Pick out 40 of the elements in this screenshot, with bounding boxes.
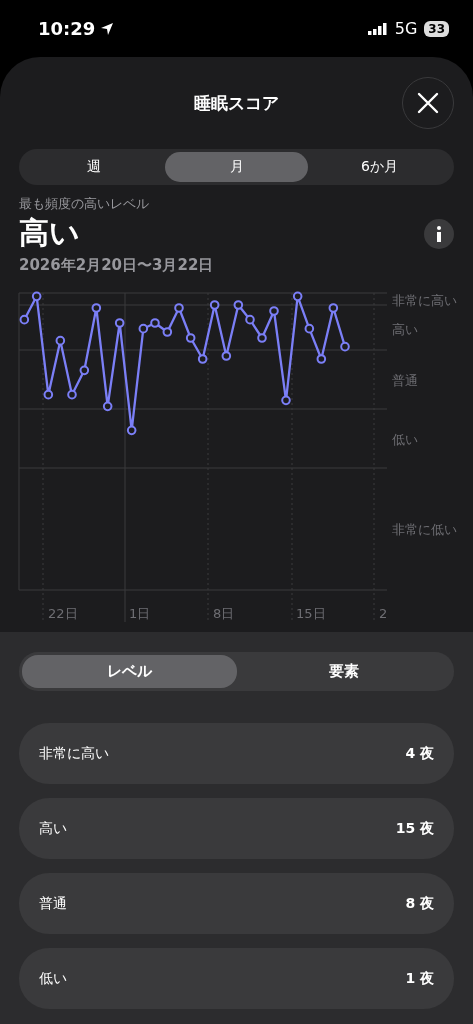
x-axis-label: 8日 bbox=[213, 606, 235, 621]
view-tab[interactable]: 要素 bbox=[236, 655, 451, 688]
info-icon bbox=[436, 225, 442, 242]
close-button[interactable] bbox=[402, 77, 454, 129]
sheet-title: 睡眠スコア bbox=[194, 91, 279, 115]
summary-value: 高い bbox=[19, 214, 80, 252]
night-count: 1 夜 bbox=[405, 969, 434, 988]
y-axis-label: 非常に低い bbox=[392, 522, 457, 537]
level-name: 高い bbox=[39, 819, 67, 838]
y-axis-label: 非常に高い bbox=[392, 293, 457, 308]
summary-caption: 最も頻度の高いレベル bbox=[19, 195, 150, 213]
level-row[interactable]: 低い 1 夜 bbox=[19, 948, 454, 1009]
location-arrow-icon bbox=[100, 21, 115, 36]
y-axis-label: 普通 bbox=[392, 373, 418, 388]
x-axis-label: 22日 bbox=[48, 606, 78, 621]
night-count: 4 夜 bbox=[405, 744, 434, 763]
level-name: 低い bbox=[39, 969, 67, 988]
period-tab[interactable]: 6か月 bbox=[308, 152, 451, 182]
y-axis-label: 低い bbox=[392, 432, 418, 447]
view-tab[interactable]: レベル bbox=[22, 655, 237, 688]
network-label: 5G bbox=[394, 19, 418, 38]
night-count: 8 夜 bbox=[405, 894, 434, 913]
x-axis-label: 1日 bbox=[129, 606, 151, 621]
night-count: 15 夜 bbox=[395, 819, 434, 838]
y-axis-label: 高い bbox=[392, 322, 418, 337]
x-axis-label: 2 bbox=[379, 606, 388, 621]
time: 10:29 bbox=[38, 18, 96, 39]
close-icon bbox=[417, 92, 439, 114]
date-range: 2026年2月20日〜3月22日 bbox=[19, 256, 215, 275]
battery-icon: 33 bbox=[424, 20, 449, 37]
level-row[interactable]: 非常に高い 4 夜 bbox=[19, 723, 454, 784]
x-axis-label: 15日 bbox=[296, 606, 326, 621]
level-row[interactable]: 高い 15 夜 bbox=[19, 798, 454, 859]
signal-icon bbox=[367, 22, 388, 35]
level-name: 普通 bbox=[39, 894, 67, 913]
level-row[interactable]: 普通 8 夜 bbox=[19, 873, 454, 934]
level-name: 非常に高い bbox=[39, 744, 109, 763]
period-tab[interactable]: 週 bbox=[22, 152, 165, 182]
period-tab[interactable]: 月 bbox=[165, 152, 308, 182]
info-button[interactable] bbox=[424, 218, 454, 249]
